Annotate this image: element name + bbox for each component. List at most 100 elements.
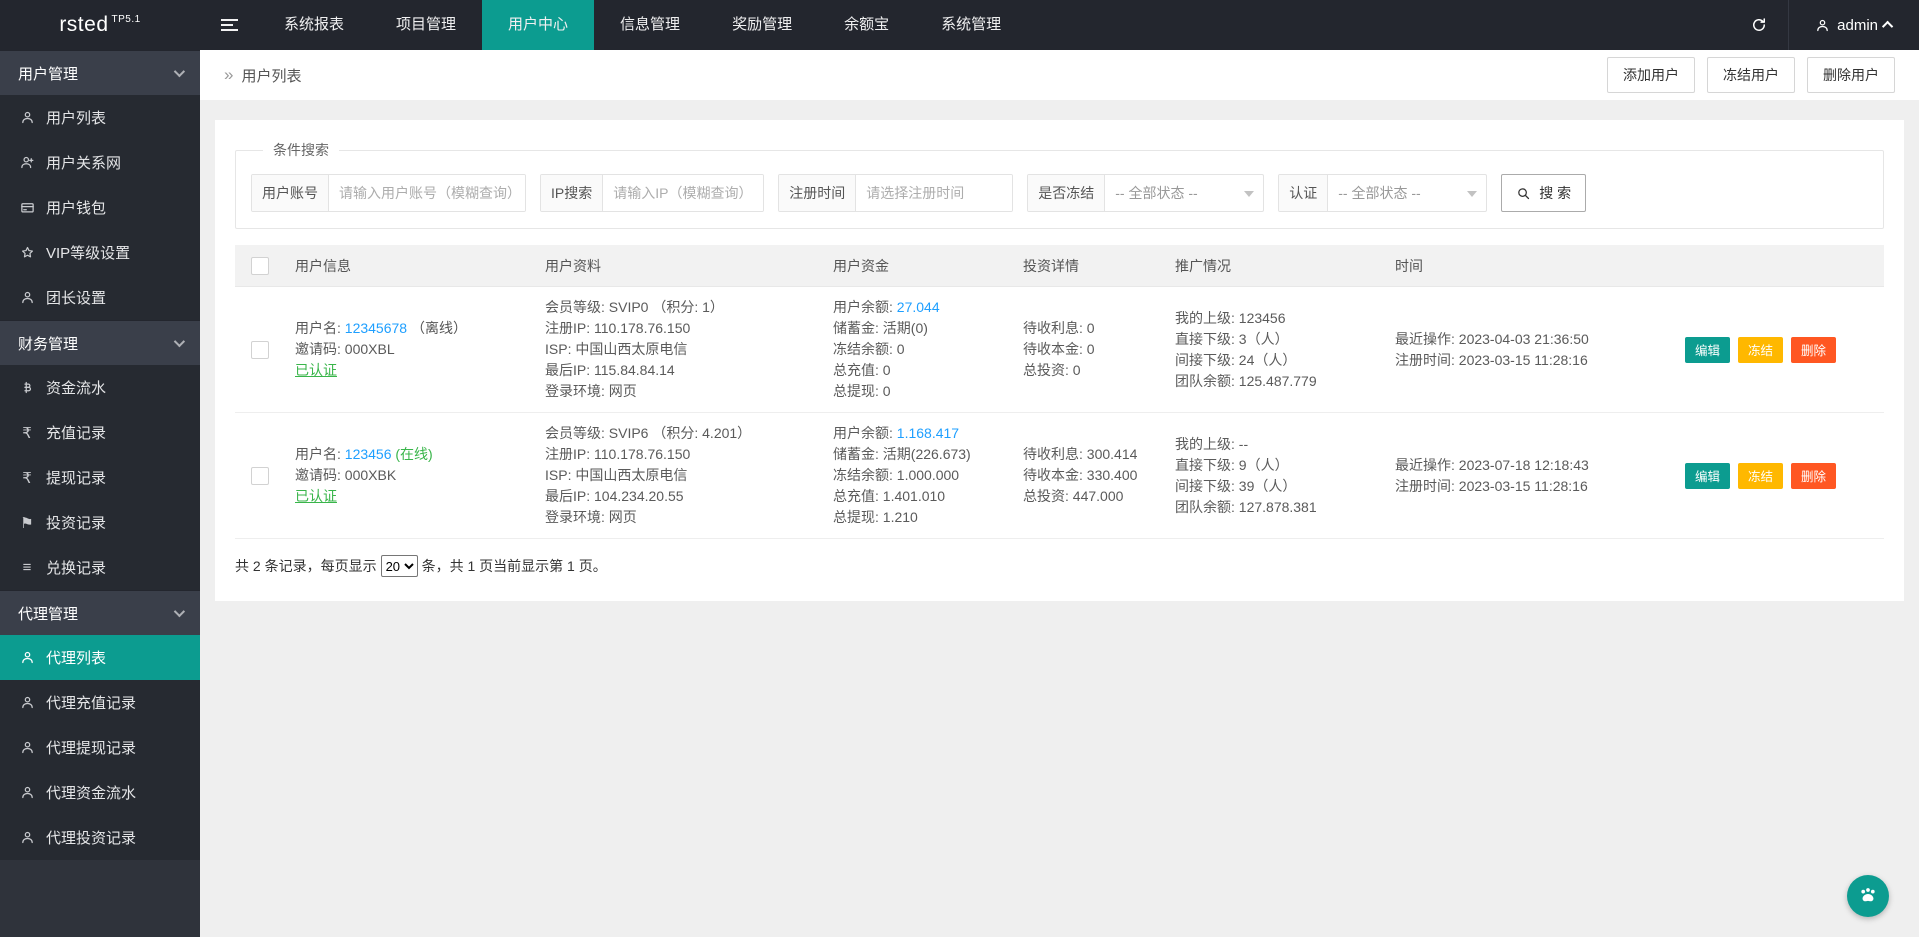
- breadcrumb-arrow-icon: »: [224, 65, 233, 85]
- col-user-info: 用户信息: [295, 256, 545, 276]
- search-button[interactable]: 搜 索: [1501, 174, 1586, 212]
- top-nav: 系统报表 项目管理 用户中心 信息管理 奖励管理 余额宝 系统管理: [258, 0, 1027, 50]
- page-title: 用户列表: [241, 65, 301, 86]
- username-link[interactable]: 123456: [345, 446, 392, 462]
- user-icon: [18, 695, 36, 710]
- nav-item-system[interactable]: 系统管理: [915, 0, 1027, 50]
- sidebar-item-agent-invest[interactable]: 代理投资记录: [0, 815, 200, 860]
- sidebar-group-finance[interactable]: 财务管理: [0, 320, 200, 365]
- sidebar-item-user-network[interactable]: 用户关系网: [0, 140, 200, 185]
- time-cell: 最近操作: 2023-07-18 12:18:43 注册时间: 2023-03-…: [1395, 455, 1647, 497]
- nav-item-info[interactable]: 信息管理: [594, 0, 706, 50]
- list-icon: ≡: [18, 559, 36, 576]
- nav-item-projects[interactable]: 项目管理: [370, 0, 482, 50]
- user-info-cell: 用户名: 123456 (在线) 邀请码: 000XBK 已认证: [295, 444, 545, 507]
- verify-status-select[interactable]: -- 全部状态 --: [1328, 175, 1486, 211]
- freeze-button[interactable]: 冻结: [1738, 337, 1783, 363]
- invest-detail-cell: 待收利息: 300.414 待收本金: 330.400 总投资: 447.000: [1023, 444, 1175, 507]
- main-content: » 用户列表 添加用户 冻结用户 删除用户 条件搜索 用户账号: [200, 50, 1919, 937]
- freeze-status-select[interactable]: -- 全部状态 --: [1105, 175, 1263, 211]
- app-root: rsted TP5.1 系统报表 项目管理 用户中心 信息管理 奖励管理 余额宝…: [0, 0, 1919, 937]
- username-link[interactable]: 12345678: [345, 320, 407, 336]
- sidebar-group-user-management[interactable]: 用户管理: [0, 50, 200, 95]
- user-info-cell: 用户名: 12345678 （离线） 邀请码: 000XBL 已认证: [295, 318, 545, 381]
- sidebar-item-recharge-records[interactable]: ₹ 充值记录: [0, 410, 200, 455]
- sidebar-item-agent-recharge[interactable]: 代理充值记录: [0, 680, 200, 725]
- sidebar-item-agent-fund-flow[interactable]: 代理资金流水: [0, 770, 200, 815]
- wallet-icon: [18, 200, 36, 215]
- sidebar-item-leader-settings[interactable]: 团长设置: [0, 275, 200, 320]
- menu-toggle-button[interactable]: [200, 0, 258, 50]
- account-input[interactable]: [329, 175, 525, 211]
- table-row: 用户名: 123456 (在线) 邀请码: 000XBK 已认证 会员等级: S…: [235, 413, 1884, 539]
- col-promotion: 推广情况: [1175, 256, 1395, 276]
- freeze-status-filter: 是否冻结 -- 全部状态 --: [1027, 174, 1264, 212]
- sidebar-item-vip-levels[interactable]: VIP等级设置: [0, 230, 200, 275]
- user-profile-cell: 会员等级: SVIP6 （积分: 4.201） 注册IP: 110.178.76…: [545, 423, 833, 528]
- freeze-button[interactable]: 冻结: [1738, 463, 1783, 489]
- user-table: 用户信息 用户资料 用户资金 投资详情 推广情况 时间 用户名: 123: [235, 245, 1884, 539]
- delete-button[interactable]: 删除: [1791, 337, 1836, 363]
- nav-item-user-center[interactable]: 用户中心: [482, 0, 594, 50]
- sidebar-item-agent-list[interactable]: 代理列表: [0, 635, 200, 680]
- pagination: 共 2 条记录，每页显示 20 条，共 1 页当前显示第 1 页。: [235, 555, 1884, 577]
- nav-item-reports[interactable]: 系统报表: [258, 0, 370, 50]
- register-time-label: 注册时间: [779, 175, 856, 211]
- register-time-filter: 注册时间: [778, 174, 1013, 212]
- sidebar-item-agent-withdraw[interactable]: 代理提现记录: [0, 725, 200, 770]
- edit-button[interactable]: 编辑: [1685, 463, 1730, 489]
- user-icon: [18, 740, 36, 755]
- sidebar-group-agent[interactable]: 代理管理: [0, 590, 200, 635]
- col-invest-detail: 投资详情: [1023, 256, 1175, 276]
- sidebar-item-exchange-records[interactable]: ≡ 兑换记录: [0, 545, 200, 590]
- time-cell: 最近操作: 2023-04-03 21:36:50 注册时间: 2023-03-…: [1395, 329, 1647, 371]
- ip-input[interactable]: [603, 175, 763, 211]
- filter-row: 用户账号 IP搜索 注册时间 是否冻结: [251, 174, 1868, 212]
- freeze-user-button[interactable]: 冻结用户: [1707, 57, 1795, 93]
- breadcrumb-bar: » 用户列表 添加用户 冻结用户 删除用户: [200, 50, 1919, 100]
- delete-button[interactable]: 删除: [1791, 463, 1836, 489]
- flag-icon: ⚑: [18, 514, 36, 532]
- pagination-suffix: 条，共 1 页当前显示第 1 页。: [422, 556, 607, 576]
- rupee-icon: ₹: [18, 469, 36, 487]
- invest-detail-cell: 待收利息: 0 待收本金: 0 总投资: 0: [1023, 318, 1175, 381]
- verified-badge[interactable]: 已认证: [295, 362, 337, 378]
- chevron-up-icon: [1882, 21, 1893, 32]
- sidebar-item-user-wallet[interactable]: 用户钱包: [0, 185, 200, 230]
- sidebar-item-invest-records[interactable]: ⚑ 投资记录: [0, 500, 200, 545]
- delete-user-button[interactable]: 删除用户: [1807, 57, 1895, 93]
- chevron-down-icon: [174, 606, 185, 617]
- row-checkbox[interactable]: [251, 341, 269, 359]
- col-user-profile: 用户资料: [545, 256, 833, 276]
- sidebar-item-withdraw-records[interactable]: ₹ 提现记录: [0, 455, 200, 500]
- status-badge: （离线）: [411, 320, 467, 336]
- chevron-down-icon: [174, 66, 185, 77]
- nav-item-rewards[interactable]: 奖励管理: [706, 0, 818, 50]
- select-all-checkbox[interactable]: [251, 257, 269, 275]
- pagination-prefix: 共 2 条记录，每页显示: [235, 556, 377, 576]
- bitcoin-icon: [18, 380, 36, 395]
- nav-item-yuebao[interactable]: 余额宝: [818, 0, 915, 50]
- refresh-button[interactable]: [1730, 0, 1788, 50]
- freeze-status-label: 是否冻结: [1028, 175, 1105, 211]
- register-time-input[interactable]: [856, 175, 1012, 211]
- user-icon: [18, 650, 36, 665]
- balance-link[interactable]: 1.168.417: [897, 425, 959, 441]
- row-checkbox[interactable]: [251, 467, 269, 485]
- balance-link[interactable]: 27.044: [897, 299, 940, 315]
- edit-button[interactable]: 编辑: [1685, 337, 1730, 363]
- float-action-button[interactable]: [1847, 875, 1889, 917]
- page-size-select[interactable]: 20: [381, 555, 418, 577]
- app-logo[interactable]: rsted TP5.1: [0, 0, 200, 50]
- ip-filter: IP搜索: [540, 174, 764, 212]
- header-actions: 添加用户 冻结用户 删除用户: [1607, 57, 1895, 93]
- sidebar: 用户管理 用户列表 用户关系网 用户钱包 VIP等级设置: [0, 50, 200, 937]
- sidebar-item-user-list[interactable]: 用户列表: [0, 95, 200, 140]
- sidebar-item-fund-flow[interactable]: 资金流水: [0, 365, 200, 410]
- verified-badge[interactable]: 已认证: [295, 488, 337, 504]
- user-menu[interactable]: admin: [1788, 0, 1919, 50]
- search-panel: 条件搜索 用户账号 IP搜索 注册时间: [235, 140, 1884, 229]
- add-user-button[interactable]: 添加用户: [1607, 57, 1695, 93]
- status-badge: (在线): [395, 446, 432, 462]
- promotion-cell: 我的上级: 123456 直接下级: 3（人） 间接下级: 24（人） 团队余额…: [1175, 308, 1395, 392]
